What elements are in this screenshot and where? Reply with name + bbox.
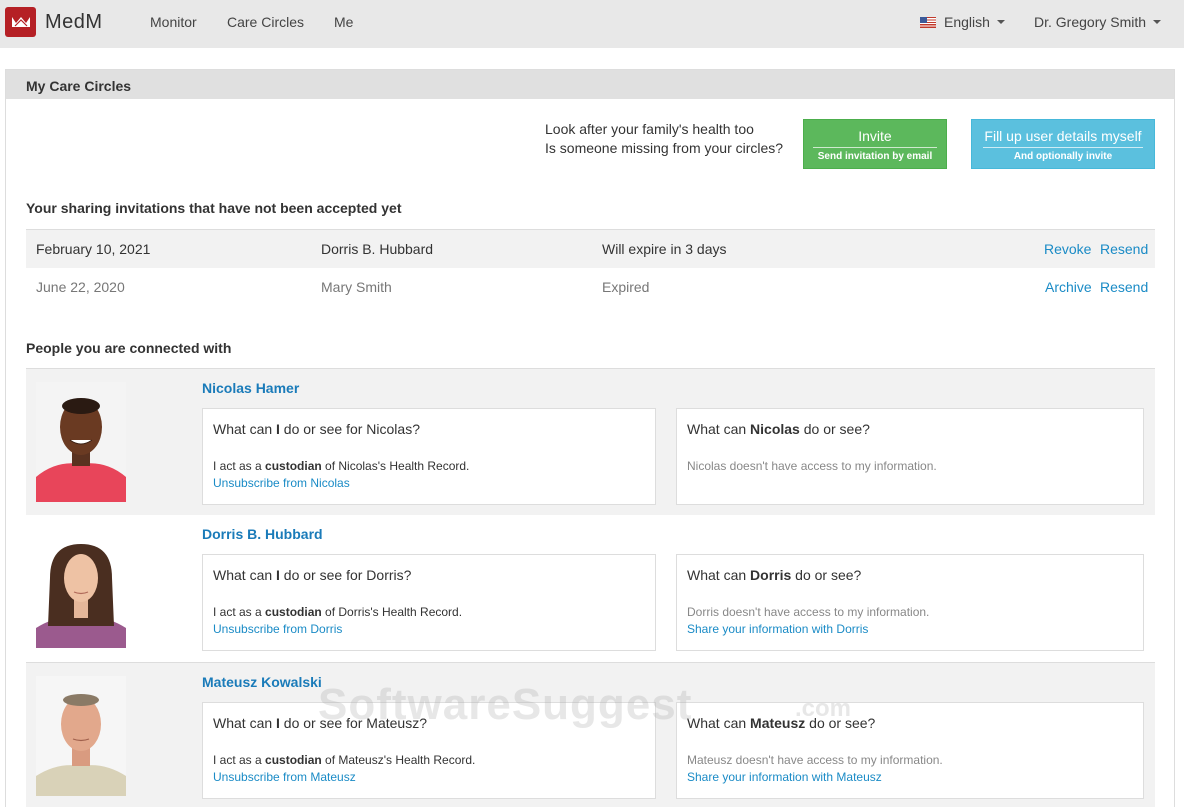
card-question: What can I do or see for Nicolas? (213, 421, 420, 437)
avatar[interactable] (36, 382, 126, 502)
watermark-suffix: .com (795, 695, 851, 723)
fill-button-sublabel: And optionally invite (972, 151, 1154, 162)
app-logo[interactable]: MedM (5, 7, 103, 37)
unsubscribe-link[interactable]: Unsubscribe from Nicolas (213, 476, 350, 490)
fill-user-details-button[interactable]: Fill up user details myself And optional… (971, 119, 1155, 169)
invite-button[interactable]: Invite Send invitation by email (803, 119, 947, 169)
unsubscribe-link[interactable]: Unsubscribe from Mateusz (213, 770, 356, 784)
card-question: What can I do or see for Dorris? (213, 567, 411, 583)
avatar[interactable] (36, 676, 126, 796)
invitation-name: Dorris B. Hubbard (321, 241, 433, 257)
unsubscribe-link[interactable]: Unsubscribe from Dorris (213, 622, 342, 636)
avatar[interactable] (36, 528, 126, 648)
person-name-link[interactable]: Dorris B. Hubbard (202, 526, 323, 542)
person-name-link[interactable]: Mateusz Kowalski (202, 674, 322, 690)
invitation-status: Expired (602, 279, 649, 295)
invitation-name: Mary Smith (321, 279, 392, 295)
fill-button-label: Fill up user details myself (983, 128, 1143, 148)
their-permissions-card: What can Nicolas do or see? Nicolas does… (676, 408, 1144, 505)
card-description: Nicolas doesn't have access to my inform… (687, 459, 937, 473)
promo-line-1: Look after your family's health too (545, 120, 783, 139)
language-dropdown[interactable]: English (920, 14, 1005, 30)
share-information-link[interactable]: Share your information with Dorris (687, 622, 868, 636)
nav-monitor[interactable]: Monitor (150, 14, 197, 30)
panel-header: My Care Circles (6, 70, 1174, 99)
top-navbar: MedM Monitor Care Circles Me English Dr.… (0, 0, 1184, 48)
connections-section-title: People you are connected with (26, 340, 231, 356)
chevron-down-icon (997, 20, 1005, 24)
invite-button-sublabel: Send invitation by email (804, 151, 946, 162)
resend-link[interactable]: Resend (1100, 279, 1148, 295)
invitation-row: June 22, 2020 Mary Smith Expired Archive… (26, 268, 1155, 307)
invitation-row: February 10, 2021 Dorris B. Hubbard Will… (26, 229, 1155, 268)
share-information-link[interactable]: Share your information with Mateusz (687, 770, 882, 784)
invite-button-label: Invite (813, 128, 938, 148)
chevron-down-icon (1153, 20, 1161, 24)
user-name: Dr. Gregory Smith (1034, 14, 1146, 30)
promo-line-2: Is someone missing from your circles? (545, 139, 783, 158)
card-description: I act as a custodian of Mateusz's Health… (213, 753, 475, 767)
card-question: What can Dorris do or see? (687, 567, 861, 583)
invitations-section-title: Your sharing invitations that have not b… (26, 200, 401, 216)
page-title: My Care Circles (26, 78, 131, 94)
invitation-date: February 10, 2021 (36, 241, 150, 257)
crown-logo-icon (5, 7, 36, 37)
user-menu-dropdown[interactable]: Dr. Gregory Smith (1034, 14, 1161, 30)
their-permissions-card: What can Dorris do or see? Dorris doesn'… (676, 554, 1144, 651)
language-label: English (944, 14, 990, 30)
person-name-link[interactable]: Nicolas Hamer (202, 380, 299, 396)
connection-row: Dorris B. Hubbard What can I do or see f… (26, 515, 1155, 662)
resend-link[interactable]: Resend (1100, 241, 1148, 257)
card-question: What can Nicolas do or see? (687, 421, 870, 437)
their-permissions-card: What can Mateusz do or see? Mateusz does… (676, 702, 1144, 799)
card-description: I act as a custodian of Nicolas's Health… (213, 459, 469, 473)
archive-link[interactable]: Archive (1045, 279, 1092, 295)
card-description: I act as a custodian of Dorris's Health … (213, 605, 462, 619)
card-description: Dorris doesn't have access to my informa… (687, 605, 929, 619)
invitation-date: June 22, 2020 (36, 279, 125, 295)
us-flag-icon (920, 17, 936, 28)
my-permissions-card: What can I do or see for Dorris? I act a… (202, 554, 656, 651)
app-name: MedM (45, 11, 103, 34)
watermark: SoftwareSuggest (318, 680, 692, 730)
my-permissions-card: What can I do or see for Nicolas? I act … (202, 408, 656, 505)
invitation-status: Will expire in 3 days (602, 241, 727, 257)
connection-row: Nicolas Hamer What can I do or see for N… (26, 368, 1155, 515)
promo-text: Look after your family's health too Is s… (545, 120, 783, 158)
revoke-link[interactable]: Revoke (1044, 241, 1091, 257)
nav-me[interactable]: Me (334, 14, 353, 30)
nav-care-circles[interactable]: Care Circles (227, 14, 304, 30)
card-description: Mateusz doesn't have access to my inform… (687, 753, 943, 767)
